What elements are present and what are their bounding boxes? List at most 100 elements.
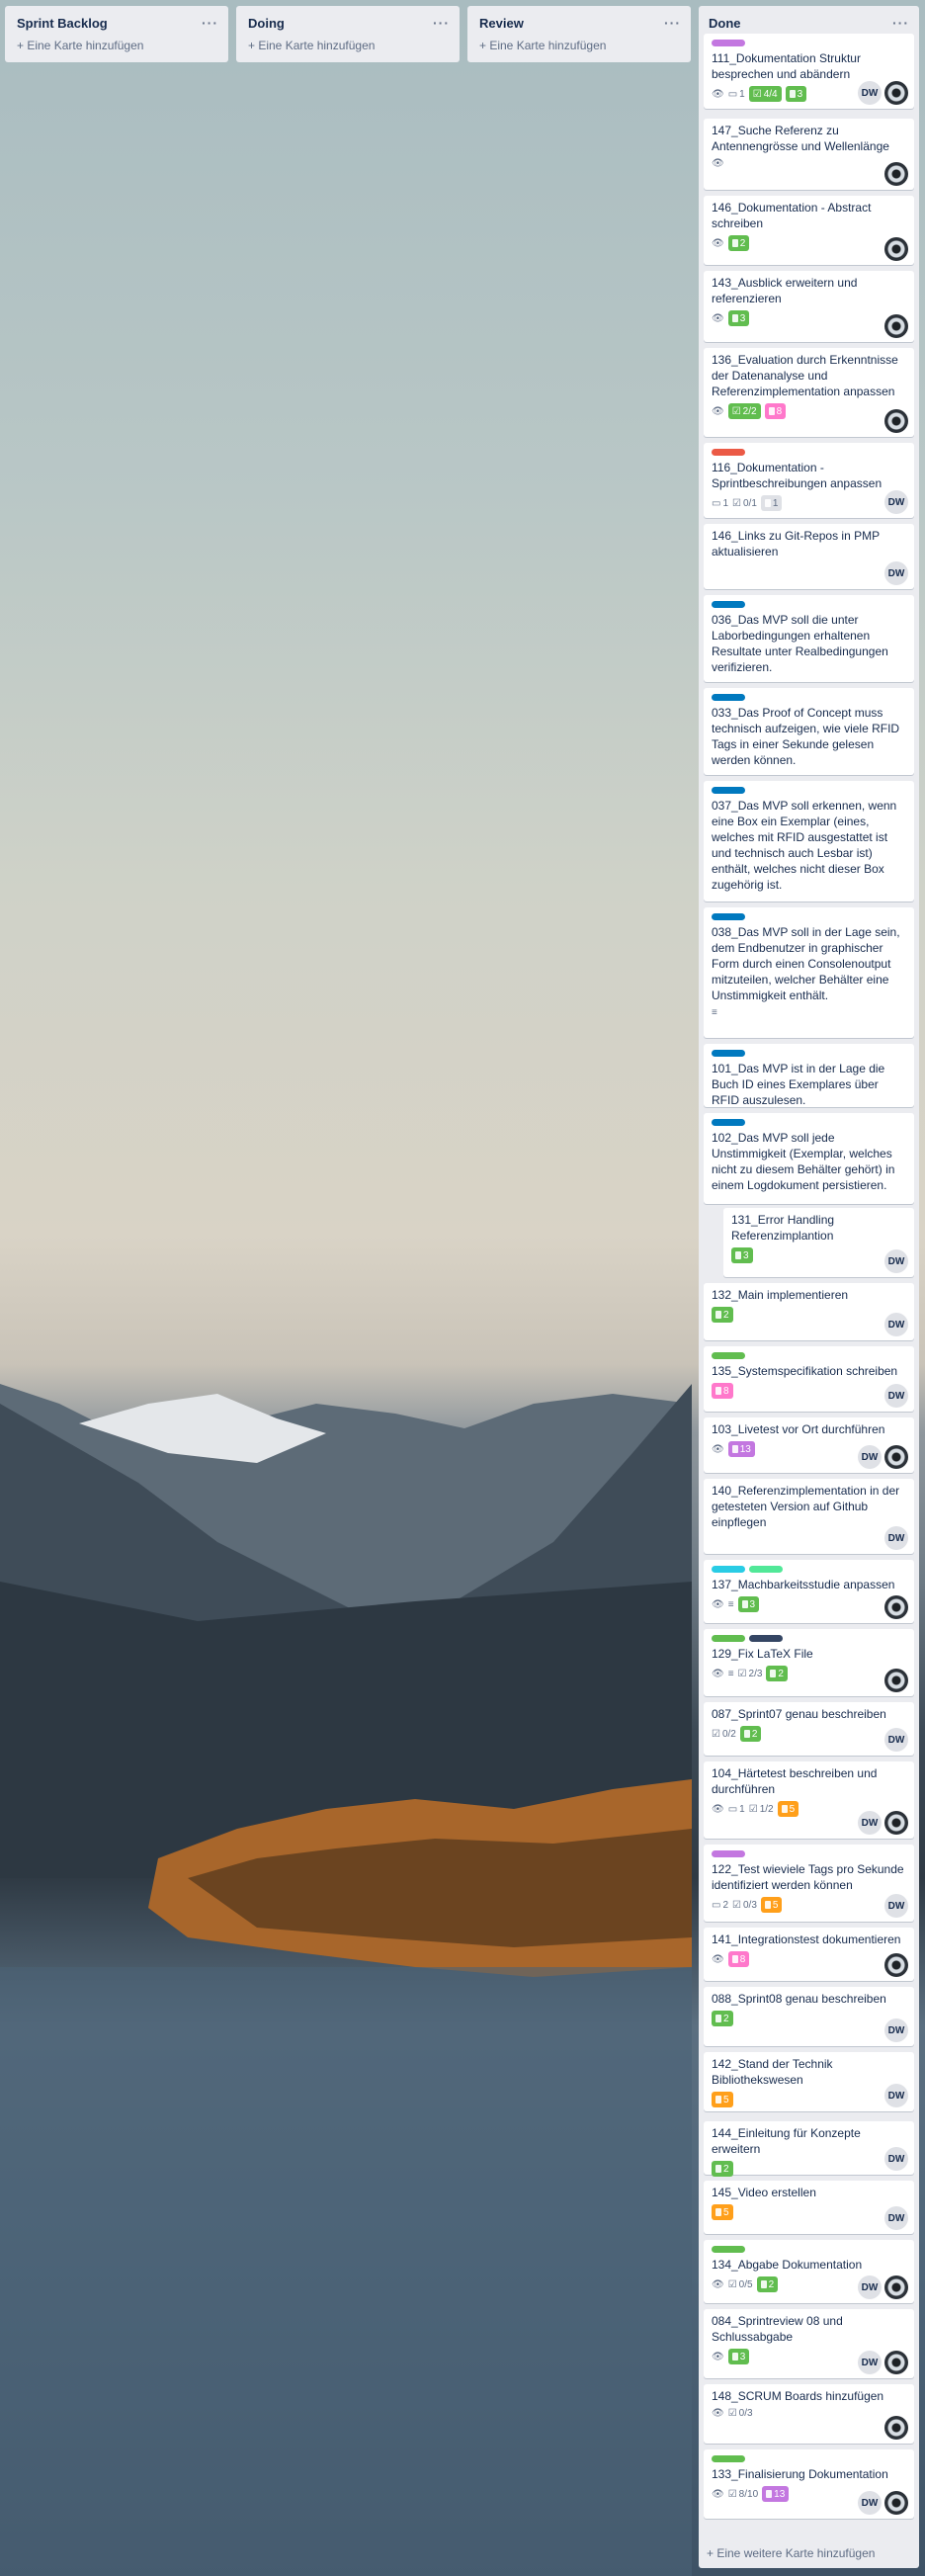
card-label[interactable] — [712, 694, 745, 701]
card[interactable]: 036_Das MVP soll die unter Laborbedingun… — [704, 595, 914, 682]
card[interactable]: 137_Machbarkeitsstudie anpassen 👁 ≡ 3 — [704, 1560, 914, 1623]
avatar-initials[interactable]: DW — [858, 1811, 882, 1835]
add-card-button[interactable]: + Eine Karte hinzufügen — [467, 35, 691, 62]
card-label[interactable] — [712, 787, 745, 794]
card[interactable]: 033_Das Proof of Concept muss technisch … — [704, 688, 914, 775]
avatar-image[interactable] — [884, 1953, 908, 1977]
avatar-image[interactable] — [884, 81, 908, 105]
checklist-count: 0/3 — [738, 2408, 753, 2419]
card[interactable]: 148_SCRUM Boards hinzufügen 👁 ☑ 0/3 — [704, 2384, 914, 2444]
card-label[interactable] — [712, 1050, 745, 1057]
avatar-image[interactable] — [884, 1669, 908, 1692]
add-card-button[interactable]: + Eine weitere Karte hinzufügen — [707, 2546, 875, 2560]
card[interactable]: 144_Einleitung für Konzepte erweitern 2 DW — [704, 2121, 914, 2177]
list-title[interactable]: Doing — [248, 16, 285, 31]
list-title[interactable]: Sprint Backlog — [17, 16, 108, 31]
avatar-initials[interactable]: DW — [858, 2275, 882, 2299]
list-menu-icon[interactable]: ··· — [202, 15, 218, 31]
avatar-initials[interactable]: DW — [884, 2206, 908, 2230]
avatar-initials[interactable]: DW — [884, 2018, 908, 2042]
card-label[interactable] — [712, 40, 745, 46]
avatar-image[interactable] — [884, 1445, 908, 1469]
avatar-image[interactable] — [884, 314, 908, 338]
card[interactable]: 140_Referenzimplementation in der getest… — [704, 1479, 914, 1554]
avatar-initials[interactable]: DW — [884, 1384, 908, 1408]
add-card-button[interactable]: + Eine Karte hinzufügen — [5, 35, 228, 62]
list-menu-icon[interactable]: ··· — [892, 15, 909, 31]
card-title: 143_Ausblick erweitern und referenzieren — [712, 276, 858, 305]
card-label[interactable] — [712, 1352, 745, 1359]
avatar-image[interactable] — [884, 237, 908, 261]
card-title: 111_Dokumentation Struktur besprechen un… — [712, 51, 861, 81]
avatar-image[interactable] — [884, 1595, 908, 1619]
avatar-image[interactable] — [884, 409, 908, 433]
list-menu-icon[interactable]: ··· — [664, 15, 681, 31]
card[interactable]: 145_Video erstellen 5 DW — [704, 2181, 914, 2234]
card-title: 136_Evaluation durch Erkenntnisse der Da… — [712, 353, 898, 398]
card[interactable]: 131_Error Handling Referenzimplantion 3 DW — [723, 1208, 914, 1277]
card[interactable]: 146_Links zu Git-Repos in PMP aktualisie… — [704, 524, 914, 589]
avatar-initials[interactable]: DW — [884, 1728, 908, 1752]
card[interactable]: 142_Stand der Technik Bibliothekswesen 5 D… — [704, 2052, 914, 2111]
card-label[interactable] — [712, 913, 745, 920]
card-label[interactable] — [712, 1119, 745, 1126]
avatar-initials[interactable]: DW — [884, 490, 908, 514]
card[interactable]: 037_Das MVP soll erkennen, wenn eine Box… — [704, 781, 914, 902]
points-badge: 3 — [731, 1247, 753, 1263]
card[interactable]: 134_Abgabe Dokumentation 👁 ☑ 0/5 2 DW — [704, 2240, 914, 2303]
avatar-initials[interactable]: DW — [884, 561, 908, 585]
points-icon — [715, 1311, 721, 1319]
avatar-initials[interactable]: DW — [858, 81, 882, 105]
card[interactable]: 141_Integrationstest dokumentieren 👁 8 — [704, 1928, 914, 1981]
avatar-initials[interactable]: DW — [884, 2084, 908, 2107]
card[interactable]: 132_Main implementieren 2 DW — [704, 1283, 914, 1340]
card-label[interactable] — [712, 2246, 745, 2253]
avatar-image[interactable] — [884, 162, 908, 186]
card[interactable]: 111_Dokumentation Struktur besprechen un… — [704, 34, 914, 109]
card[interactable]: 038_Das MVP soll in der Lage sein, dem E… — [704, 907, 914, 1038]
avatar-image[interactable] — [884, 2416, 908, 2440]
card[interactable]: 143_Ausblick erweitern und referenzieren… — [704, 271, 914, 342]
card[interactable]: 102_Das MVP soll jede Unstimmigkeit (Exe… — [704, 1113, 914, 1204]
card-label[interactable] — [712, 449, 745, 456]
list-menu-icon[interactable]: ··· — [433, 15, 450, 31]
avatar-initials[interactable]: DW — [858, 2351, 882, 2374]
card-label[interactable] — [712, 1635, 745, 1642]
card-label[interactable] — [712, 601, 745, 608]
avatar-initials[interactable]: DW — [884, 1249, 908, 1273]
avatar-image[interactable] — [884, 1811, 908, 1835]
list-title[interactable]: Review — [479, 16, 524, 31]
card-title: 144_Einleitung für Konzepte erweitern — [712, 2126, 861, 2156]
avatar-image[interactable] — [884, 2491, 908, 2515]
card[interactable]: 133_Finalisierung Dokumentation 👁 ☑ 8/10 13 D… — [704, 2449, 914, 2519]
list-title[interactable]: Done — [709, 16, 741, 31]
card-label[interactable] — [749, 1566, 783, 1573]
card-label[interactable] — [712, 1850, 745, 1857]
card[interactable]: 136_Evaluation durch Erkenntnisse der Da… — [704, 348, 914, 437]
avatar-initials[interactable]: DW — [858, 2491, 882, 2515]
card[interactable]: 135_Systemspecifikation schreiben 8 DW — [704, 1346, 914, 1412]
avatar-initials[interactable]: DW — [884, 1313, 908, 1336]
card[interactable]: 147_Suche Referenz zu Antennengrösse und… — [704, 119, 914, 190]
card[interactable]: 088_Sprint08 genau beschreiben 2 DW — [704, 1987, 914, 2046]
card[interactable]: 087_Sprint07 genau beschreiben ☑ 0/2 2 DW — [704, 1702, 914, 1756]
card[interactable]: 146_Dokumentation - Abstract schreiben 👁 2 — [704, 196, 914, 265]
card[interactable]: 104_Härtetest beschreiben und durchführe… — [704, 1761, 914, 1839]
card[interactable]: 084_Sprintreview 08 und Schlussabgabe 👁 3 D… — [704, 2309, 914, 2378]
card-label[interactable] — [749, 1635, 783, 1642]
avatar-initials[interactable]: DW — [884, 1526, 908, 1550]
comment-count: 2 — [722, 1899, 729, 1911]
card[interactable]: 103_Livetest vor Ort durchführen 👁 13 DW — [704, 1417, 914, 1473]
card[interactable]: 129_Fix LaTeX File 👁 ≡ ☑ 2/3 2 — [704, 1629, 914, 1696]
avatar-image[interactable] — [884, 2275, 908, 2299]
avatar-initials[interactable]: DW — [858, 1445, 882, 1469]
avatar-image[interactable] — [884, 2351, 908, 2374]
card-label[interactable] — [712, 2455, 745, 2462]
card-label[interactable] — [712, 1566, 745, 1573]
card[interactable]: 116_Dokumentation - Sprintbeschreibungen… — [704, 443, 914, 518]
card[interactable]: 122_Test wieviele Tags pro Sekunde ident… — [704, 1845, 914, 1922]
avatar-initials[interactable]: DW — [884, 1894, 908, 1918]
card[interactable]: 101_Das MVP ist in der Lage die Buch ID … — [704, 1044, 914, 1107]
add-card-button[interactable]: + Eine Karte hinzufügen — [236, 35, 460, 62]
avatar-initials[interactable]: DW — [884, 2147, 908, 2171]
